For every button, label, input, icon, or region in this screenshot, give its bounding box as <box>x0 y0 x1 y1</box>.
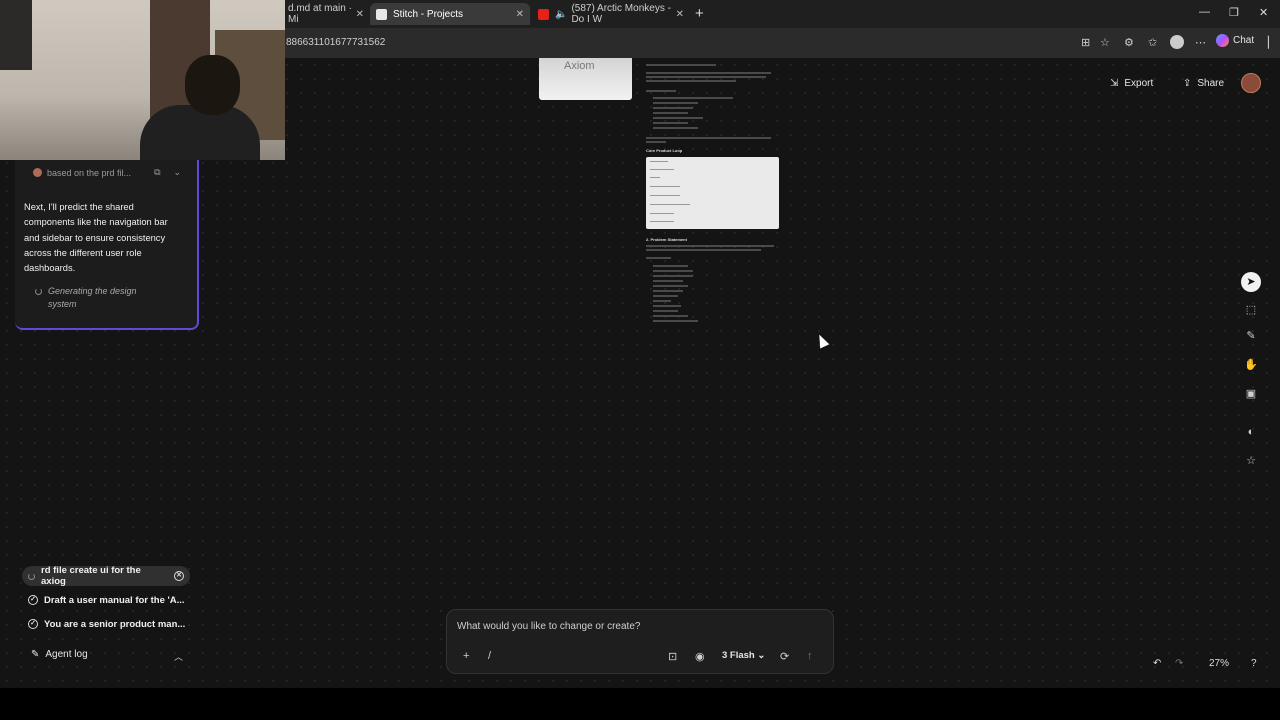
agent-status: Generating the design system <box>35 285 158 311</box>
copy-icon[interactable]: ⧉ <box>154 167 160 178</box>
minimize-icon[interactable]: — <box>1199 6 1210 18</box>
model-label: 3 Flash <box>722 650 755 661</box>
agent-status-text: Generating the design system <box>48 286 137 309</box>
tab-stitch[interactable]: Stitch - Projects ✕ <box>370 3 530 25</box>
share-icon: ⇪ <box>1183 77 1192 89</box>
redo-icon[interactable]: ↷ <box>1175 658 1183 669</box>
profile-avatar[interactable] <box>1170 35 1184 49</box>
chat-label: Chat <box>1233 35 1255 46</box>
webcam-person-head <box>185 55 240 115</box>
copilot-icon <box>1216 34 1229 47</box>
task-label: rd file create ui for the axiog <box>41 565 141 587</box>
loading-spinner-icon <box>28 572 35 580</box>
sidebar-icon[interactable]: ▏ <box>1268 36 1276 49</box>
check-circle-icon: ✓ <box>28 619 38 629</box>
tab-label: d.md at main · Mi <box>288 3 352 25</box>
agent-log-label: Agent log <box>45 649 88 660</box>
agent-log-toggle[interactable]: ✎ Agent log <box>31 649 88 660</box>
prompt-composer: + / ⊡ ◉ 3 Flash ⌄ ⟳ ↑ <box>446 609 834 674</box>
split-view-icon[interactable]: ⊞ <box>1081 36 1090 49</box>
stitch-favicon-icon <box>376 8 387 20</box>
add-attachment-icon[interactable]: + <box>463 650 469 662</box>
tab-label: Stitch - Projects <box>393 8 464 20</box>
palette-icon[interactable]: ◉ <box>695 650 705 663</box>
favorite-star-icon[interactable]: ☆ <box>1100 36 1110 49</box>
agent-message-card: based on the prd fil... ⧉ ⌄ Next, I'll p… <box>15 160 199 330</box>
prompt-input[interactable] <box>457 618 817 634</box>
screen-select-icon[interactable]: ⊡ <box>668 650 677 663</box>
slash-command-button[interactable]: / <box>488 650 491 662</box>
task-item[interactable]: ✓ You are a senior product man... <box>28 614 185 634</box>
tab-github[interactable]: d.md at main · Mi ✕ <box>282 3 370 25</box>
bottom-strip <box>0 688 1280 720</box>
url-text[interactable]: 886631101677731562 <box>286 37 385 48</box>
chevron-up-icon[interactable]: ︿ <box>174 650 183 663</box>
close-tab-icon[interactable]: ✕ <box>516 9 524 20</box>
tab-youtube[interactable]: 🔈 (587) Arctic Monkeys - Do I W ✕ <box>532 3 690 25</box>
hand-tool-icon[interactable]: ✋ <box>1244 358 1258 372</box>
youtube-favicon-icon <box>538 8 549 20</box>
cancel-task-icon[interactable]: ✕ <box>174 571 184 581</box>
task-item-active[interactable]: rd file create ui for the axiog ✕ <box>22 565 190 587</box>
agent-card-title: based on the prd fil... <box>47 167 132 178</box>
doc-heading-core-loop: Core Product Loop <box>646 148 683 153</box>
design-frame-preview[interactable]: Axiom <box>539 58 632 100</box>
close-tab-icon[interactable]: ✕ <box>676 9 684 20</box>
restore-icon[interactable]: ❐ <box>1229 6 1239 19</box>
agent-icon: ✎ <box>31 649 40 660</box>
pencil-tool-icon[interactable]: ✎ <box>1244 329 1258 343</box>
frame-label: Axiom <box>564 60 595 72</box>
close-window-icon[interactable]: ✕ <box>1259 6 1268 19</box>
webcam-background-board <box>0 0 32 70</box>
model-selector[interactable]: 3 Flash ⌄ <box>722 650 765 661</box>
help-icon[interactable]: ? <box>1251 658 1257 669</box>
share-label: Share <box>1197 77 1225 89</box>
agent-avatar-icon <box>33 168 42 177</box>
favorites-star-icon[interactable]: ☆ <box>1244 454 1258 468</box>
undo-icon[interactable]: ↶ <box>1153 658 1161 669</box>
more-options-icon[interactable]: ⋯ <box>1195 36 1206 49</box>
speaker-icon[interactable]: 🔈 <box>555 9 567 20</box>
check-circle-icon: ✓ <box>28 595 38 605</box>
agent-card-header[interactable]: based on the prd fil... ⧉ ⌄ <box>33 167 181 178</box>
loading-spinner-icon <box>35 288 42 295</box>
task-label: Draft a user manual for the 'A... <box>44 594 185 606</box>
agent-message-text: Next, I'll predict the shared components… <box>24 202 168 274</box>
code-block <box>646 157 779 229</box>
marquee-tool-icon[interactable]: ⬚ <box>1244 303 1258 317</box>
send-icon[interactable]: ↑ <box>807 650 813 662</box>
tab-label: (587) Arctic Monkeys - Do I W <box>571 3 671 25</box>
zoom-level[interactable]: 27% <box>1209 658 1229 669</box>
select-tool-icon[interactable]: ➤ <box>1241 272 1261 292</box>
close-tab-icon[interactable]: ✕ <box>356 9 364 20</box>
new-tab-icon[interactable]: + <box>695 5 704 22</box>
export-label: Export <box>1124 77 1154 89</box>
export-icon: ⇲ <box>1110 77 1119 89</box>
theme-palette-icon[interactable]: ◐ <box>1244 425 1258 439</box>
task-item[interactable]: ✓ Draft a user manual for the 'A... <box>28 590 185 610</box>
share-button[interactable]: ⇪ Share <box>1183 75 1224 91</box>
user-avatar[interactable] <box>1241 73 1261 93</box>
chat-button[interactable]: Chat <box>1216 34 1254 47</box>
task-label: You are a senior product man... <box>44 618 186 630</box>
prd-document-preview[interactable]: Core Product Loop 2. Problem Statement <box>643 62 783 327</box>
collections-icon[interactable]: ✩ <box>1148 36 1157 49</box>
export-button[interactable]: ⇲ Export <box>1110 75 1153 91</box>
webcam-overlay <box>0 0 285 160</box>
chevron-down-icon[interactable]: ⌄ <box>174 167 182 178</box>
extension-icon[interactable]: ⚙ <box>1124 36 1134 49</box>
image-tool-icon[interactable]: ▣ <box>1244 387 1258 401</box>
redesign-icon[interactable]: ⟳ <box>780 650 789 663</box>
doc-heading-problem: 2. Problem Statement <box>646 237 687 242</box>
